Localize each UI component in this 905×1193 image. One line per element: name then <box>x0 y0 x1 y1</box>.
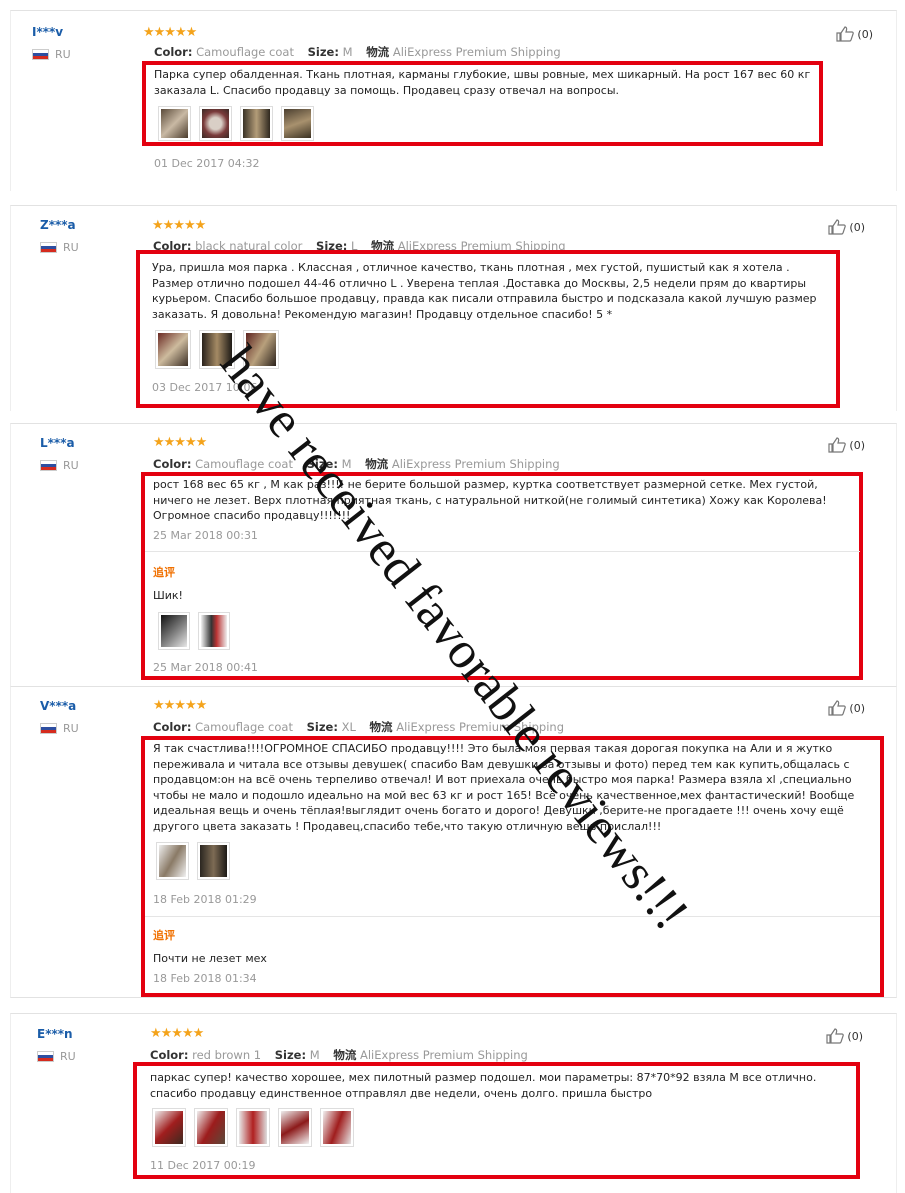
review-meta: Color: red brown 1 Size: M 物流 AliExpress… <box>150 1048 528 1062</box>
thumbs-up-icon <box>828 219 847 235</box>
rating-stars: ★★★★★ <box>153 698 207 713</box>
review-country: RU <box>37 1050 76 1063</box>
review-photo[interactable] <box>240 106 273 141</box>
review-country: RU <box>40 722 79 735</box>
rating-stars: ★★★★★ <box>152 218 206 233</box>
review-photos <box>152 1108 354 1147</box>
review-date: 01 Dec 2017 04:32 <box>154 157 260 170</box>
review-photo[interactable] <box>155 330 191 369</box>
russia-flag-icon <box>37 1051 54 1062</box>
helpful-button[interactable]: (0) <box>828 437 865 453</box>
rating-stars: ★★★★★ <box>150 1026 204 1041</box>
review-photo[interactable] <box>278 1108 312 1147</box>
review-photo[interactable] <box>281 106 314 141</box>
russia-flag-icon <box>40 460 57 471</box>
review-photo[interactable] <box>236 1108 270 1147</box>
review-photo[interactable] <box>198 612 230 650</box>
helpful-button[interactable]: (0) <box>828 219 865 235</box>
thumbs-up-icon <box>828 700 847 716</box>
review-country: RU <box>40 241 79 254</box>
review-photo[interactable] <box>194 1108 228 1147</box>
review-username[interactable]: V***a <box>40 699 76 713</box>
review-text: паркас супер! качество хорошее, мех пило… <box>150 1071 817 1100</box>
review-photo[interactable] <box>158 106 191 141</box>
review-username[interactable]: E***n <box>37 1027 73 1041</box>
additional-review-date: 25 Mar 2018 00:41 <box>153 661 258 674</box>
additional-review-date: 18 Feb 2018 01:34 <box>153 972 257 985</box>
additional-review-text: Почти не лезет мех <box>153 952 267 965</box>
review-photo[interactable] <box>320 1108 354 1147</box>
review-photos <box>158 612 230 650</box>
review-photo[interactable] <box>152 1108 186 1147</box>
rating-stars: ★★★★★ <box>143 25 197 40</box>
divider <box>145 916 880 917</box>
additional-review-text: Шик! <box>153 589 183 602</box>
review-text: Парка супер обалденная. Ткань плотная, к… <box>154 68 811 97</box>
helpful-button[interactable]: (0) <box>836 26 873 42</box>
review-photo[interactable] <box>158 612 190 650</box>
divider <box>145 551 860 552</box>
rating-stars: ★★★★★ <box>153 435 207 450</box>
russia-flag-icon <box>32 49 49 60</box>
review-text: Ура, пришла моя парка . Классная , отлич… <box>152 261 817 321</box>
additional-review-label: 追评 <box>153 929 175 942</box>
review-photo[interactable] <box>197 842 230 880</box>
review-date: 25 Mar 2018 00:31 <box>153 529 258 542</box>
review-photos <box>158 106 314 141</box>
review-username[interactable]: L***a <box>40 436 75 450</box>
review-text: рост 168 вес 65 кг , М как раз!!!! не бе… <box>153 478 827 522</box>
review-country: RU <box>40 459 79 472</box>
helpful-button[interactable]: (0) <box>826 1028 863 1044</box>
review-country: RU <box>32 48 71 61</box>
review-username[interactable]: Z***a <box>40 218 76 232</box>
thumbs-up-icon <box>826 1028 845 1044</box>
review-photos <box>156 842 230 880</box>
helpful-button[interactable]: (0) <box>828 700 865 716</box>
review-meta: Color: Camouflage coat Size: M 物流 AliExp… <box>154 45 561 59</box>
review-date: 18 Feb 2018 01:29 <box>153 893 257 906</box>
review-date: 11 Dec 2017 00:19 <box>150 1159 256 1172</box>
additional-review-label: 追评 <box>153 566 175 579</box>
review-photo[interactable] <box>199 106 232 141</box>
review-username[interactable]: I***v <box>32 25 63 39</box>
russia-flag-icon <box>40 723 57 734</box>
thumbs-up-icon <box>828 437 847 453</box>
russia-flag-icon <box>40 242 57 253</box>
thumbs-up-icon <box>836 26 855 42</box>
review-photo[interactable] <box>156 842 189 880</box>
